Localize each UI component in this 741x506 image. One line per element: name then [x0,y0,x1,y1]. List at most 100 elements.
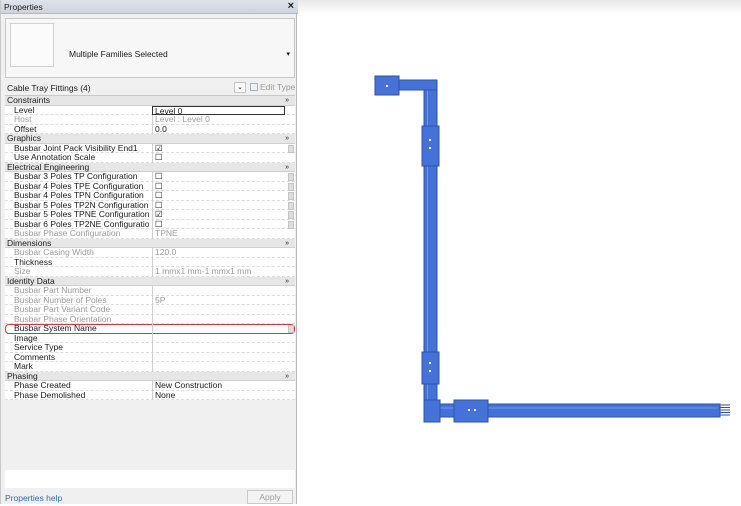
row-button[interactable] [288,144,294,153]
instance-filter: Cable Tray Fittings (4) ⌄ Edit Type [5,82,295,94]
property-value[interactable]: Level 0 [152,105,285,115]
palette-title: Properties [4,2,43,12]
row-button[interactable] [288,182,294,191]
group-identity-data[interactable]: Identity Data » [5,276,295,287]
property-row-highlighted[interactable]: Busbar System Name [5,324,295,334]
property-row[interactable]: Level Level 0 [5,105,295,115]
apply-button[interactable]: Apply [247,490,293,504]
property-row: Host Level : Level 0 [5,115,295,125]
type-selector[interactable]: Multiple Families Selected ▾ [5,18,295,78]
group-graphics[interactable]: Graphics » [5,133,295,144]
property-grid: Constraints » Level Level 0 Host Level : Le… [5,95,295,400]
property-name: Busbar 3 Poles TP Configuration [14,172,138,181]
edit-type-button[interactable]: Edit Type [250,82,296,93]
property-name: Thickness [14,257,53,267]
property-value[interactable] [152,333,285,343]
property-row: Busbar Part Variant Code [5,305,295,315]
filter-dropdown-icon[interactable]: ⌄ [234,82,246,93]
property-name: Busbar Casing Width [14,248,94,257]
property-value: 120.0 [152,248,285,258]
property-row[interactable]: Thickness [5,257,295,267]
property-name: Busbar Joint Pack Visibility End1 [14,143,138,153]
checkbox[interactable]: ☐ [152,153,285,163]
property-name: Busbar 5 Poles TPNE Configuration [14,210,149,219]
property-row[interactable]: Busbar 5 Poles TP2N Configuration ☐ [5,200,295,210]
property-row[interactable]: Phase Created New Construction [5,381,295,391]
property-row[interactable]: Service Type [5,343,295,353]
chevron-down-icon[interactable]: ▾ [286,50,290,58]
property-name: Busbar System Name [14,324,97,333]
collapse-icon[interactable]: » [285,277,289,287]
group-dimensions[interactable]: Dimensions » [5,237,295,249]
property-value[interactable] [152,257,285,267]
checkbox[interactable]: ☐ [152,181,285,191]
busbar-open-end [720,404,730,416]
property-row: Busbar Phase Orientation [5,314,295,324]
property-value[interactable] [152,352,285,362]
properties-help-link[interactable]: Properties help [5,493,62,503]
grid-empty-area [5,470,295,488]
drawing-canvas[interactable] [298,0,741,504]
busbar-elbow-joint [453,399,489,423]
property-value[interactable]: New Construction [152,381,285,391]
row-button[interactable] [288,173,294,181]
group-electrical-engineering[interactable]: Electrical Engineering » [5,161,295,173]
property-name: Service Type [14,343,63,352]
close-icon[interactable]: × [288,0,294,12]
collapse-icon[interactable]: » [285,372,289,382]
collapse-icon[interactable]: » [285,134,289,144]
property-value[interactable]: None [152,390,285,400]
busbar-top-stub [394,79,438,91]
property-name: Image [14,333,38,343]
busbar-drawing[interactable] [298,0,741,504]
property-name: Level [14,105,35,115]
checkbox[interactable]: ☐ [152,219,285,229]
type-selector-label: Multiple Families Selected [69,49,168,59]
property-value[interactable]: 0.0 [152,124,285,134]
property-row[interactable]: Busbar Joint Pack Visibility End1 ☑ [5,143,295,153]
property-row[interactable]: Busbar 5 Poles TPNE Configuration ☑ [5,210,295,220]
instance-filter-label: Cable Tray Fittings (4) [7,83,91,93]
row-button[interactable] [288,201,294,210]
property-name: Comments [14,352,56,362]
group-label: Dimensions [7,237,52,248]
property-row[interactable]: Busbar 3 Poles TP Configuration ☐ [5,172,295,182]
palette-titlebar[interactable]: Properties × [1,0,298,14]
group-phasing[interactable]: Phasing » [5,370,295,382]
properties-palette: Properties × Multiple Families Selected … [0,0,298,504]
property-value [152,286,285,296]
row-button[interactable] [288,325,294,333]
property-value[interactable] [152,362,285,372]
group-label: Graphics [7,133,42,143]
checkbox[interactable]: ☐ [152,200,285,210]
checkbox[interactable]: ☐ [152,191,285,201]
checkbox[interactable]: ☐ [152,172,285,182]
collapse-icon[interactable]: » [285,96,289,106]
collapse-icon[interactable]: » [285,163,289,173]
property-value[interactable] [152,343,285,353]
property-value: 5P [152,295,285,305]
property-name: Busbar Phase Orientation [14,314,112,324]
property-row[interactable]: Busbar 4 Poles TPN Configuration ☐ [5,191,295,201]
property-row[interactable]: Phase Demolished None [5,390,295,400]
checkbox[interactable]: ☑ [152,143,285,153]
property-row[interactable]: Offset 0.0 [5,124,295,134]
checkbox[interactable]: ☑ [152,210,285,220]
property-value[interactable] [152,324,285,334]
canvas-top-shadow [298,0,741,14]
property-row: Busbar Part Number [5,286,295,296]
collapse-icon[interactable]: » [285,239,289,249]
property-row[interactable]: Mark [5,362,295,372]
property-row[interactable]: Image [5,333,295,343]
group-constraints[interactable]: Constraints » [5,95,295,106]
property-row[interactable]: Comments [5,352,295,362]
property-row[interactable]: Busbar 4 Poles TPE Configuration ☐ [5,181,295,191]
property-name: Busbar Part Number [14,286,92,295]
row-button[interactable] [288,220,294,229]
group-label: Phasing [7,370,38,381]
property-name: Phase Created [14,381,71,390]
property-row[interactable]: Busbar 6 Poles TP2NE Configuration ☐ [5,219,295,229]
row-button[interactable] [288,192,294,200]
group-label: Electrical Engineering [7,161,90,172]
row-button[interactable] [288,211,294,219]
